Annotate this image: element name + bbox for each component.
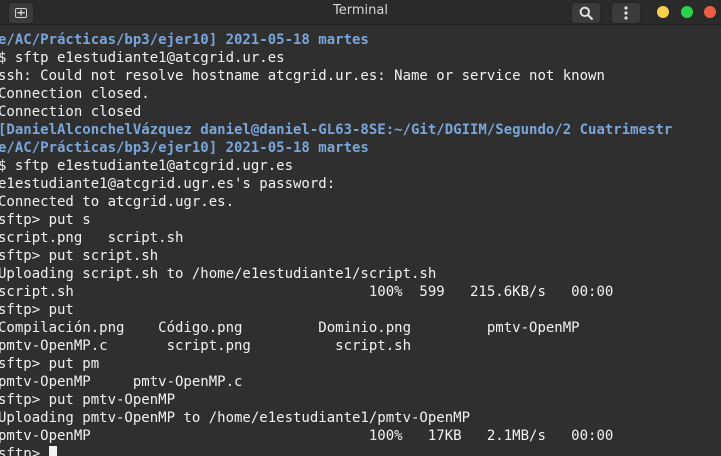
output-line: e1estudiante1@atcgrid.ugr.es's password: bbox=[0, 176, 336, 192]
output-line: sftp> put pm bbox=[0, 356, 100, 372]
output-line: sftp> put pmtv-OpenMP bbox=[0, 392, 176, 408]
maximize-button[interactable] bbox=[681, 6, 693, 18]
output-line: sftp> put script.sh bbox=[0, 248, 159, 264]
output-line: Uploading script.sh to /home/e1estudiant… bbox=[0, 266, 437, 282]
minimize-button[interactable] bbox=[657, 6, 669, 18]
output-line: Connection closed. bbox=[0, 86, 150, 102]
output-line: ssh: Could not resolve hostname atcgrid.… bbox=[0, 68, 605, 84]
current-prompt-line[interactable]: sftp> bbox=[0, 445, 721, 456]
text-cursor bbox=[48, 446, 57, 456]
output-line: Connection closed bbox=[0, 104, 142, 120]
search-icon bbox=[579, 6, 593, 20]
output-line: pmtv-OpenMP 100% 17KB 2.1MB/s 00:00 bbox=[0, 428, 614, 444]
output-line: Compilación.png Código.png Dominio.png p… bbox=[0, 320, 580, 336]
output-line: script.sh 100% 599 215.6KB/s 00:00 bbox=[0, 284, 614, 300]
menu-dots-icon bbox=[624, 6, 628, 20]
prompt-line: e/AC/Prácticas/bp3/ejer10] 2021-05-18 ma… bbox=[0, 32, 369, 48]
search-button[interactable] bbox=[571, 2, 601, 24]
current-prompt: sftp> bbox=[0, 446, 49, 456]
output-line: sftp> put bbox=[0, 302, 74, 318]
prompt-line: [DanielAlconchelVázquez daniel@daniel-GL… bbox=[0, 122, 673, 138]
output-line: Connected to atcgrid.ugr.es. bbox=[0, 194, 235, 210]
output-line: sftp> put s bbox=[0, 212, 91, 228]
output-line: $ sftp e1estudiante1@atcgrid.ur.es bbox=[0, 50, 285, 66]
terminal-output[interactable]: e/AC/Prácticas/bp3/ejer10] 2021-05-18 ma… bbox=[0, 25, 721, 456]
prompt-line: e/AC/Prácticas/bp3/ejer10] 2021-05-18 ma… bbox=[0, 140, 369, 156]
output-line: $ sftp e1estudiante1@atcgrid.ugr.es bbox=[0, 158, 294, 174]
terminal-window: Terminal e/AC/Prácticas/bp3/ejer10] 2021… bbox=[0, 0, 721, 456]
output-line: script.png script.sh bbox=[0, 230, 184, 246]
menu-button[interactable] bbox=[611, 2, 641, 24]
output-line: pmtv-OpenMP.c script.png script.sh bbox=[0, 338, 412, 354]
output-line: Uploading pmtv-OpenMP to /home/e1estudia… bbox=[0, 410, 471, 426]
close-button[interactable] bbox=[704, 6, 716, 18]
output-line: pmtv-OpenMP pmtv-OpenMP.c bbox=[0, 374, 243, 390]
title-bar: Terminal bbox=[0, 0, 721, 25]
